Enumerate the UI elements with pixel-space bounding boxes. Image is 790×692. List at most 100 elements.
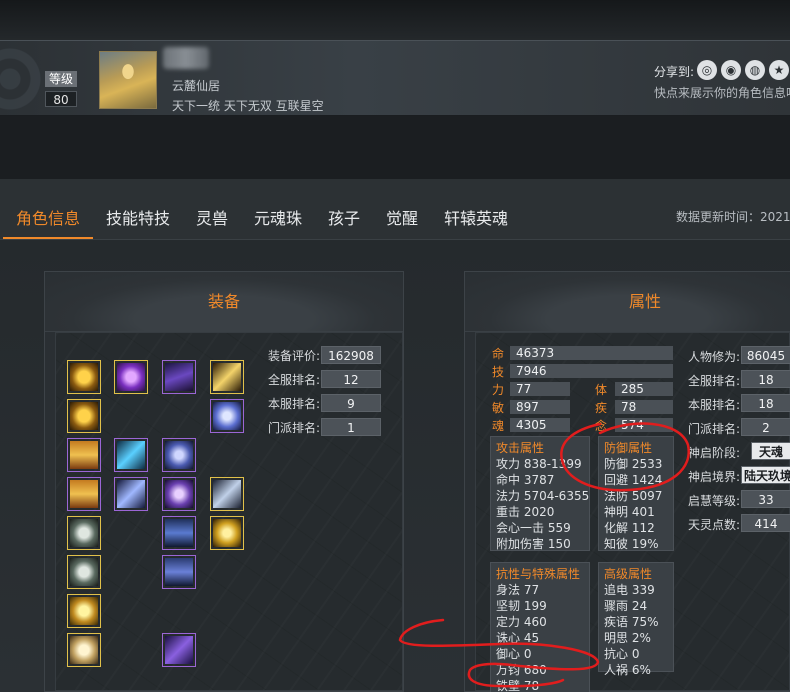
char-stat-label: 本服排名:	[688, 398, 741, 412]
equip-slot[interactable]	[67, 477, 101, 511]
base-pair-value: 78	[615, 400, 673, 414]
base-pair-key: 疾	[595, 401, 608, 415]
avatar[interactable]	[99, 51, 157, 109]
advanced-line: 追电 339	[604, 583, 655, 597]
equip-slot[interactable]	[210, 360, 244, 394]
equip-stat-value: 1	[321, 418, 381, 436]
advanced-attributes-box: 高级属性 追电 339 骤雨 24 疾语 75% 明思 2% 抗心 0 人祸 6…	[598, 562, 674, 677]
base-stat-life-value: 46373	[510, 346, 673, 360]
defense-attributes-box: 防御属性 防御 2533 回避 1424 法防 5097 神明 401 化解 1…	[598, 436, 674, 551]
equip-stat-value: 12	[321, 370, 381, 388]
equip-slot[interactable]	[67, 633, 101, 667]
equip-stat-label: 装备评价:	[268, 349, 321, 363]
tab-bar: 角色信息 技能特技 灵兽 元魂珠 孩子 觉醒 轩辕英魂 数据更新时间：2021	[0, 179, 790, 240]
resist-line: 诛心 45	[496, 631, 540, 645]
tab-skills[interactable]: 技能特技	[106, 205, 170, 229]
base-pair-key: 魂	[492, 419, 505, 433]
equip-slot[interactable]	[162, 477, 196, 511]
equip-slot[interactable]	[114, 438, 148, 472]
attack-line: 命中 3787	[496, 473, 555, 487]
base-pair-value: 4305	[510, 418, 570, 432]
attack-line: 重击 2020	[496, 505, 555, 519]
base-stat-skill: 技	[492, 365, 505, 379]
base-pair-value: 897	[510, 400, 570, 414]
equip-slot[interactable]	[210, 399, 244, 433]
base-pair-value: 77	[510, 382, 570, 396]
attack-line: 附加伤害 150	[496, 537, 571, 551]
char-stat-value: 414	[741, 514, 790, 532]
share-hint: 快点来展示你的角色信息吧	[654, 86, 790, 100]
attack-line: 会心一击 559	[496, 521, 571, 535]
qzone-icon[interactable]: ◉	[721, 60, 741, 80]
wechat-icon[interactable]: ◎	[697, 60, 717, 80]
weibo-icon[interactable]: ◍	[745, 60, 765, 80]
equip-slot[interactable]	[114, 477, 148, 511]
equip-stat-label: 全服排名:	[268, 373, 321, 387]
equip-slot[interactable]	[162, 555, 196, 589]
equip-slot[interactable]	[114, 360, 148, 394]
equip-slot[interactable]	[67, 399, 101, 433]
equipment-title: 装备	[207, 292, 240, 311]
tab-xuanyuan-soul[interactable]: 轩辕英魂	[444, 205, 508, 229]
char-stat-label: 天灵点数:	[688, 518, 741, 532]
decorative-swirl	[0, 41, 42, 117]
tab-soul-beads[interactable]: 元魂珠	[254, 205, 302, 229]
attack-attributes-box: 攻击属性 攻力 838-1399 命中 3787 法力 5704-6355 重击…	[490, 436, 590, 551]
tab-awakening[interactable]: 觉醒	[386, 205, 418, 229]
base-stat-life: 命	[492, 347, 505, 361]
equip-slot[interactable]	[67, 360, 101, 394]
equip-slot[interactable]	[162, 438, 196, 472]
equip-slot[interactable]	[210, 477, 244, 511]
update-time: 数据更新时间：2021	[676, 210, 790, 224]
char-stat-label: 神启境界:	[688, 470, 741, 484]
defense-line: 防御 2533	[604, 457, 663, 471]
equip-slot[interactable]	[162, 360, 196, 394]
attack-attributes-title: 攻击属性	[496, 441, 545, 455]
equip-stat-value: 9	[321, 394, 381, 412]
resist-line: 铁壁 78	[496, 679, 540, 692]
attack-line: 攻力 838-1399	[496, 457, 582, 471]
resist-line: 御心 0	[496, 647, 532, 661]
banner-band	[0, 116, 790, 179]
equip-slot[interactable]	[210, 516, 244, 550]
advanced-line: 明思 2%	[604, 631, 651, 645]
char-stat-label: 门派排名:	[688, 422, 741, 436]
advanced-line: 疾语 75%	[604, 615, 659, 629]
base-pair-key: 敏	[492, 401, 505, 415]
equip-slot[interactable]	[67, 516, 101, 550]
motto: 天下一统 天下无双 互联星空	[172, 99, 324, 113]
equip-slot[interactable]	[67, 594, 101, 628]
tab-character-info[interactable]: 角色信息	[16, 205, 80, 229]
attributes-title: 属性	[628, 292, 661, 311]
attack-line: 法力 5704-6355	[496, 489, 590, 503]
advanced-line: 人祸 6%	[604, 663, 651, 677]
equip-slot[interactable]	[162, 516, 196, 550]
tab-children[interactable]: 孩子	[328, 205, 360, 229]
level-value: 80	[45, 91, 77, 107]
equip-slot[interactable]	[67, 438, 101, 472]
equip-slot[interactable]	[67, 555, 101, 589]
resist-attributes-title: 抗性与特殊属性	[496, 567, 581, 581]
advanced-attributes-title: 高级属性	[604, 567, 653, 581]
share-label: 分享到:	[654, 65, 695, 79]
blurred-character-name	[163, 47, 209, 69]
attributes-panel: 属性 命 46373 技 7946 力 77 体 285 敏 897 疾 78 …	[464, 271, 790, 692]
equip-stat-value: 162908	[321, 346, 381, 364]
level-label: 等级	[45, 71, 77, 87]
base-pair-key: 体	[595, 383, 608, 397]
defense-line: 回避 1424	[604, 473, 663, 487]
defense-line: 化解 112	[604, 521, 655, 535]
char-stat-label: 人物修为:	[688, 350, 741, 364]
equipment-panel-header: 装备	[45, 272, 403, 332]
char-stat-value: 2	[741, 418, 790, 436]
base-stat-skill-value: 7946	[510, 364, 673, 378]
base-pair-value: 285	[615, 382, 673, 396]
equip-slot[interactable]	[162, 633, 196, 667]
star-icon[interactable]: ★	[769, 60, 789, 80]
defense-line: 法防 5097	[604, 489, 663, 503]
tab-pets[interactable]: 灵兽	[196, 205, 228, 229]
resist-line: 万钧 680	[496, 663, 547, 677]
resist-attributes-box: 抗性与特殊属性 身法 77 坚韧 199 定力 460 诛心 45 御心 0 万…	[490, 562, 590, 692]
char-stat-label: 全服排名:	[688, 374, 741, 388]
equip-stat-label: 本服排名:	[268, 397, 321, 411]
